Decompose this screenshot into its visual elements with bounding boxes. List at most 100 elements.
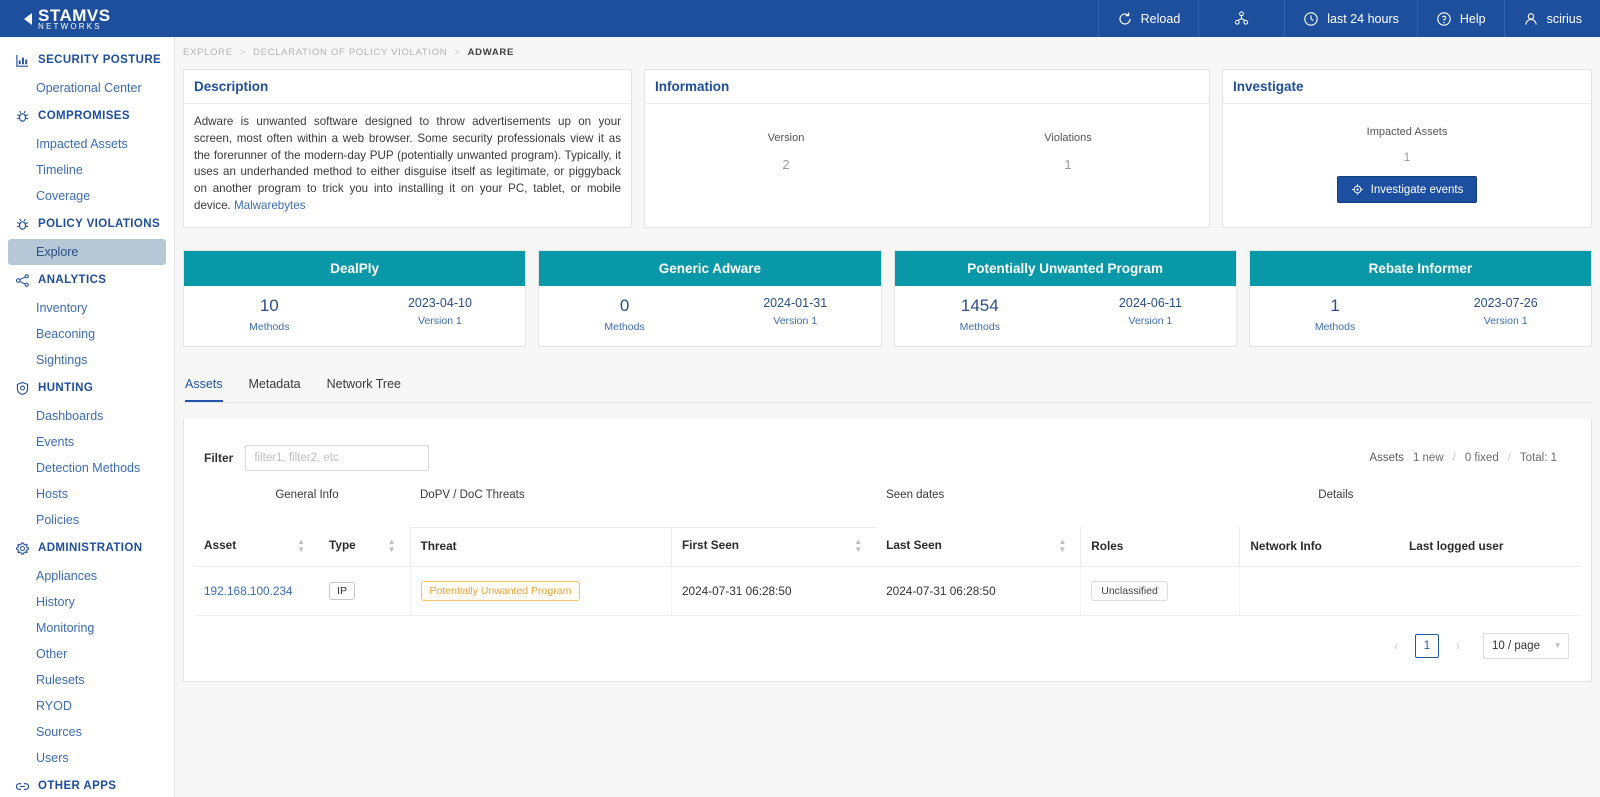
group-general-info: General Info — [275, 488, 339, 501]
column-header-type[interactable]: Type ▲ ▼ — [319, 527, 410, 567]
asset-link[interactable]: 192.168.100.234 — [204, 584, 293, 598]
sidebar-item-users[interactable]: Users — [0, 745, 174, 771]
threat-card-version: 2024-01-31 Version 1 — [710, 296, 881, 333]
sidebar-section-label: SECURITY POSTURE — [38, 54, 162, 66]
filter-input[interactable] — [245, 444, 430, 471]
tab-network-tree[interactable]: Network Tree — [327, 377, 401, 402]
tab-assets[interactable]: Assets — [185, 377, 223, 402]
threat-card-count: 0 — [619, 295, 630, 315]
sidebar-item-sightings[interactable]: Sightings — [0, 347, 174, 373]
sidebar-item-hosts[interactable]: Hosts — [0, 481, 174, 507]
sidebar-item-explore[interactable]: Explore — [8, 239, 166, 265]
investigate-events-button[interactable]: Investigate events — [1336, 176, 1478, 203]
table-row[interactable]: 192.168.100.234 IP Potentially Unwanted … — [194, 566, 1581, 616]
stamus-logo-icon — [17, 12, 32, 25]
threat-card-title: Generic Adware — [539, 250, 881, 286]
sidebar-section-label: POLICY VIOLATIONS — [38, 218, 161, 230]
sidebar-item-impacted-assets[interactable]: Impacted Assets — [0, 131, 174, 157]
column-header-asset[interactable]: Asset ▲ ▼ — [194, 527, 320, 567]
investigate-card-body: Impacted Assets 1 Investigate events — [1223, 104, 1591, 219]
sidebar-item-appliances[interactable]: Appliances — [0, 563, 174, 589]
sidebar-item-rulesets[interactable]: Rulesets — [0, 667, 174, 693]
time-range-selector[interactable]: last 24 hours — [1284, 0, 1417, 37]
sidebar-item-inventory[interactable]: Inventory — [0, 295, 174, 321]
sidebar-item-ryod[interactable]: RYOD — [0, 693, 174, 719]
threat-card-dealply[interactable]: DealPly 10 Methods 2023-04-10 Version 1 — [183, 249, 527, 347]
share-nodes-button[interactable] — [1198, 0, 1284, 37]
sidebar-section-label: HUNTING — [38, 382, 94, 394]
threat-card-generic-adware[interactable]: Generic Adware 0 Methods 2024-01-31 Vers… — [538, 249, 882, 347]
information-card: Information Version 2 Violations 1 — [644, 69, 1210, 228]
user-icon — [1524, 12, 1537, 25]
threat-card-version-label: Version 1 — [418, 314, 462, 327]
sidebar-section-policy-violations[interactable]: POLICY VIOLATIONS — [0, 209, 174, 239]
page-size-selector[interactable]: 10 / page ▾ — [1483, 632, 1569, 659]
sidebar-item-coverage[interactable]: Coverage — [0, 183, 174, 209]
cell-last-logged-user — [1399, 566, 1581, 616]
group-dopv-doc-threats: DoPV / DoC Threats — [410, 488, 877, 528]
user-label: scirius — [1546, 11, 1582, 26]
sidebar-item-history[interactable]: History — [0, 589, 174, 615]
column-label: Last Seen — [886, 537, 942, 552]
description-card: Description Adware is unwanted software … — [183, 69, 632, 228]
help-button[interactable]: Help — [1416, 0, 1504, 37]
threat-card-date: 2024-01-31 — [763, 295, 828, 310]
threat-badge[interactable]: Potentially Unwanted Program — [420, 580, 581, 601]
chevron-right-icon[interactable]: › — [1447, 634, 1469, 658]
reload-button[interactable]: Reload — [1097, 0, 1199, 37]
sidebar-item-events[interactable]: Events — [0, 429, 174, 455]
threat-card-rebate-informer[interactable]: Rebate Informer 1 Methods 2023-07-26 Ver… — [1248, 249, 1592, 347]
column-header-roles: Roles — [1080, 527, 1240, 567]
column-label: Last logged user — [1409, 538, 1504, 553]
column-header-last-seen[interactable]: Last Seen ▲ ▼ — [876, 527, 1081, 567]
chevron-left-icon[interactable]: ‹ — [1385, 634, 1407, 658]
breadcrumb-item-explore[interactable]: EXPLORE — [183, 47, 233, 58]
sidebar-item-sources[interactable]: Sources — [0, 719, 174, 745]
threat-card-count: 1454 — [960, 295, 999, 315]
sidebar-item-operational-center[interactable]: Operational Center — [0, 75, 174, 101]
assets-summary-new: 1 new — [1412, 451, 1444, 464]
sidebar-item-policies[interactable]: Policies — [0, 507, 174, 533]
info-stat-value: 1 — [1064, 157, 1072, 172]
sort-toggle-first-seen[interactable]: ▲ ▼ — [854, 537, 862, 554]
main-content: EXPLORE > DECLARATION OF POLICY VIOLATIO… — [175, 37, 1600, 797]
brand-logo[interactable]: STAMVS NETWORKS — [0, 0, 175, 37]
sort-toggle-last-seen[interactable]: ▲ ▼ — [1058, 537, 1066, 554]
top-cards-row: Description Adware is unwanted software … — [183, 69, 1592, 228]
sidebar-item-detection-methods[interactable]: Detection Methods — [0, 455, 174, 481]
sort-toggle-type[interactable]: ▲ ▼ — [388, 537, 396, 554]
sidebar-section-security-posture[interactable]: SECURITY POSTURE — [0, 45, 174, 75]
page-number-1[interactable]: 1 — [1415, 633, 1439, 658]
cell-roles: Unclassified — [1080, 566, 1240, 616]
threat-card-potentially-unwanted-program[interactable]: Potentially Unwanted Program 1454 Method… — [893, 249, 1237, 347]
assets-summary-title: Assets — [1369, 451, 1404, 464]
breadcrumb-item-declaration[interactable]: DECLARATION OF POLICY VIOLATION — [253, 47, 447, 58]
impacted-assets-value: 1 — [1403, 150, 1411, 164]
tab-metadata[interactable]: Metadata — [249, 377, 301, 402]
column-header-threat: Threat — [409, 527, 672, 567]
column-header-first-seen[interactable]: First Seen ▲ ▼ — [670, 527, 877, 567]
share-nodes-icon — [14, 272, 30, 288]
threat-card-body: 1 Methods 2023-07-26 Version 1 — [1250, 286, 1591, 346]
breadcrumb-item-current: ADWARE — [467, 46, 515, 58]
content-area: Description Adware is unwanted software … — [175, 63, 1600, 682]
malwarebytes-link[interactable]: Malwarebytes — [234, 199, 306, 212]
sidebar-item-dashboards[interactable]: Dashboards — [0, 403, 174, 429]
sidebar-section-compromises[interactable]: COMPROMISES — [0, 101, 174, 131]
sidebar-section-administration[interactable]: ADMINISTRATION — [0, 533, 174, 563]
sidebar-section-analytics[interactable]: ANALYTICS — [0, 265, 174, 295]
cell-threat: Potentially Unwanted Program — [409, 566, 672, 616]
column-label: Roles — [1091, 538, 1124, 553]
user-menu[interactable]: scirius — [1503, 0, 1600, 37]
sidebar-item-monitoring[interactable]: Monitoring — [0, 615, 174, 641]
cell-asset: 192.168.100.234 — [194, 566, 320, 616]
sidebar-item-beaconing[interactable]: Beaconing — [0, 321, 174, 347]
sort-toggle-asset[interactable]: ▲ ▼ — [297, 537, 305, 554]
threat-card-count-label: Methods — [959, 320, 1000, 333]
sidebar-section-hunting[interactable]: HUNTING — [0, 373, 174, 403]
breadcrumb: EXPLORE > DECLARATION OF POLICY VIOLATIO… — [175, 41, 1600, 63]
sidebar-item-timeline[interactable]: Timeline — [0, 157, 174, 183]
threat-card-count-label: Methods — [1314, 320, 1356, 333]
sidebar-item-other[interactable]: Other — [0, 641, 174, 667]
sidebar-section-other-apps[interactable]: OTHER APPS — [0, 771, 174, 797]
